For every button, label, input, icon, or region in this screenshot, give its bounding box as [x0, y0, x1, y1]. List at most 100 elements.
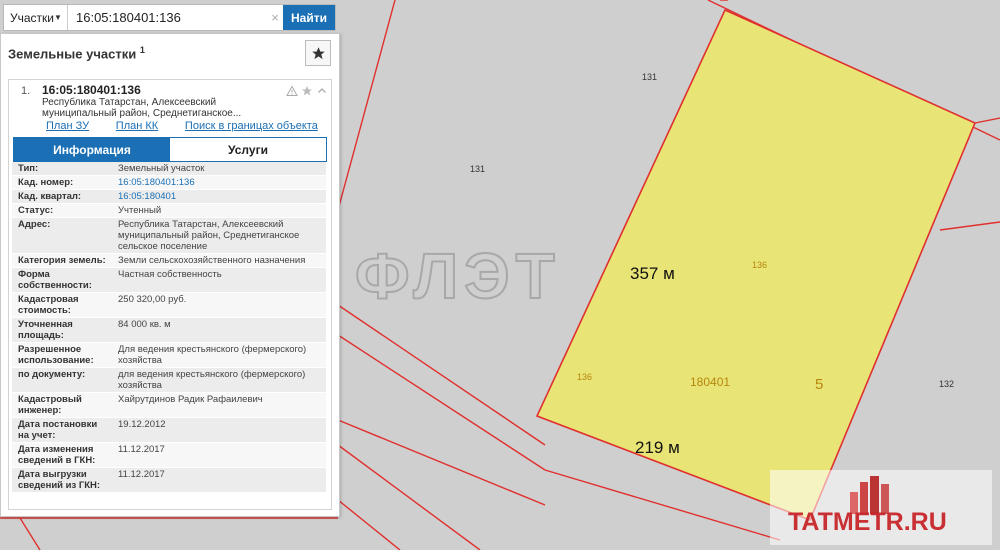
property-key: Кад. квартал: [12, 190, 114, 203]
property-key-line: собственности: [18, 280, 92, 291]
search-bar: Участки ▼ × Найти [3, 4, 336, 31]
property-row: Кад. квартал: 16:05:180401 [12, 190, 326, 204]
property-key: Форма собственности: [12, 268, 114, 292]
property-value-line: хозяйства [118, 380, 162, 391]
property-key: Уточненная площадь: [12, 318, 114, 342]
tab-information[interactable]: Информация [14, 138, 170, 161]
panel-title-text: Земельные участки [8, 46, 137, 62]
zone-label: 5 [815, 376, 823, 393]
property-row: Статус: Учтенный [12, 204, 326, 218]
star-icon [311, 46, 325, 59]
site-watermark: TATMETR.RU [788, 508, 947, 536]
results-count: 1 [139, 44, 145, 55]
property-row: Форма собственности: Частная собственность [12, 268, 326, 293]
panel-title: Земельные участки 1 [8, 45, 145, 61]
property-key: Кад. номер: [12, 176, 114, 189]
quarter-label: 180401 [690, 375, 730, 389]
property-value-line: 11.12.2017 [118, 444, 165, 455]
property-key-line: площадь: [18, 330, 64, 341]
panel-header: Земельные участки 1 [1, 34, 339, 72]
property-value: 19.12.2012 [114, 418, 326, 442]
property-key: Дата постановки на учет: [12, 418, 114, 442]
property-value-line: 11.12.2017 [118, 469, 165, 480]
property-value-line: Земельный участок [118, 163, 205, 174]
property-key-line: Тип: [18, 163, 39, 174]
result-actions [285, 84, 328, 97]
property-value-line: Земли сельскохозяйственного назначения [118, 255, 306, 266]
property-key: Тип: [12, 162, 114, 175]
clear-icon[interactable]: × [267, 5, 283, 30]
parcel-label-131a: 131 [642, 72, 657, 82]
chevron-up-icon[interactable] [315, 84, 328, 97]
parcel-label-136b: 136 [577, 372, 592, 382]
property-key-line: Кадастровая [18, 294, 79, 305]
property-row: Дата выгрузки сведений из ГКН: 11.12.2017 [12, 468, 326, 493]
property-value: Хайрутдинов Радик Рафаилевич [114, 393, 326, 417]
tab-services[interactable]: Услуги [170, 138, 326, 161]
property-row: по документу: для ведения крестьянского (… [12, 368, 326, 393]
property-key-line: на учет: [18, 430, 56, 441]
property-key-line: Дата выгрузки [18, 469, 87, 480]
property-key-line: Уточненная [18, 319, 73, 330]
property-key: Статус: [12, 204, 114, 217]
property-key-line: Дата изменения [18, 444, 94, 455]
property-key-line: Дата постановки [18, 419, 98, 430]
result-tabs: Информация Услуги [13, 137, 327, 162]
star-icon[interactable] [300, 84, 313, 97]
property-value[interactable]: 16:05:180401:136 [114, 176, 326, 189]
results-panel: Земельные участки 1 1. 16:05:180401:136 … [0, 33, 340, 517]
property-key-line: по документу: [18, 369, 86, 380]
result-address-line: Республика Татарстан, Алексеевский [42, 97, 217, 108]
property-row: Уточненная площадь: 84 000 кв. м [12, 318, 326, 343]
bottom-length-label: 219 м [635, 438, 680, 457]
property-key: по документу: [12, 368, 114, 392]
chevron-down-icon: ▼ [54, 13, 62, 22]
property-row: Кадастровая стоимость: 250 320,00 руб. [12, 293, 326, 318]
property-value: 11.12.2017 [114, 468, 326, 492]
search-button[interactable]: Найти [283, 5, 335, 30]
property-key: Разрешенное использование: [12, 343, 114, 367]
property-value: Земли сельскохозяйственного назначения [114, 254, 326, 267]
property-row: Адрес: Республика Татарстан, Алексеевский… [12, 218, 326, 254]
property-value-line[interactable]: 16:05:180401 [118, 191, 322, 202]
watermark-logo: ФЛЭТ [355, 240, 561, 312]
property-value: Для ведения крестьянского (фермерского) х… [114, 343, 326, 367]
property-value: Учтенный [114, 204, 326, 217]
property-value-line: Частная собственность [118, 269, 222, 280]
property-key: Кадастровая стоимость: [12, 293, 114, 317]
property-value-line: Учтенный [118, 205, 162, 216]
warning-icon[interactable] [285, 84, 298, 97]
property-row: Дата постановки на учет: 19.12.2012 [12, 418, 326, 443]
property-value[interactable]: 16:05:180401 [114, 190, 326, 203]
property-row: Категория земель: Земли сельскохозяйствен… [12, 254, 326, 268]
property-value-line: хозяйства [118, 355, 162, 366]
property-key-line: сведений из ГКН: [18, 480, 101, 491]
property-key-line: Статус: [18, 205, 54, 216]
search-type-dropdown[interactable]: Участки ▼ [4, 5, 68, 30]
search-input[interactable] [68, 5, 267, 30]
property-row: Тип: Земельный участок [12, 162, 326, 176]
property-row: Дата изменения сведений в ГКН: 11.12.2017 [12, 443, 326, 468]
favorites-button[interactable] [305, 40, 331, 66]
property-key-line: Кад. квартал: [18, 191, 82, 202]
property-key-line: Категория земель: [18, 255, 106, 266]
property-value: Республика Татарстан, Алексеевский муници… [114, 218, 326, 253]
property-key-line: Форма [18, 269, 50, 280]
side-length-label: 357 м [630, 264, 675, 283]
property-key-line: Разрешенное [18, 344, 82, 355]
result-cad-number[interactable]: 16:05:180401:136 [42, 83, 141, 97]
property-row: Кад. номер: 16:05:180401:136 [12, 176, 326, 190]
property-row: Кадастровый инженер: Хайрутдинов Радик Раф… [12, 393, 326, 418]
property-value-line: муниципальный район, Среднетиганское [118, 230, 300, 241]
property-row: Разрешенное использование: Для ведения кре… [12, 343, 326, 368]
property-value-line: 19.12.2012 [118, 419, 166, 430]
result-header: 1. 16:05:180401:136 Республика Татарстан… [9, 80, 331, 144]
property-key-line: Кадастровый [18, 394, 82, 405]
property-value-line[interactable]: 16:05:180401:136 [118, 177, 322, 188]
property-value-line: для ведения крестьянского (фермерского) [118, 369, 306, 380]
property-key-line: использование: [18, 355, 94, 366]
result-address: Республика Татарстан, Алексеевский муниц… [42, 97, 257, 119]
property-key: Адрес: [12, 218, 114, 253]
property-value-line: Хайрутдинов Радик Рафаилевич [118, 394, 263, 405]
property-value: 250 320,00 руб. [114, 293, 326, 317]
